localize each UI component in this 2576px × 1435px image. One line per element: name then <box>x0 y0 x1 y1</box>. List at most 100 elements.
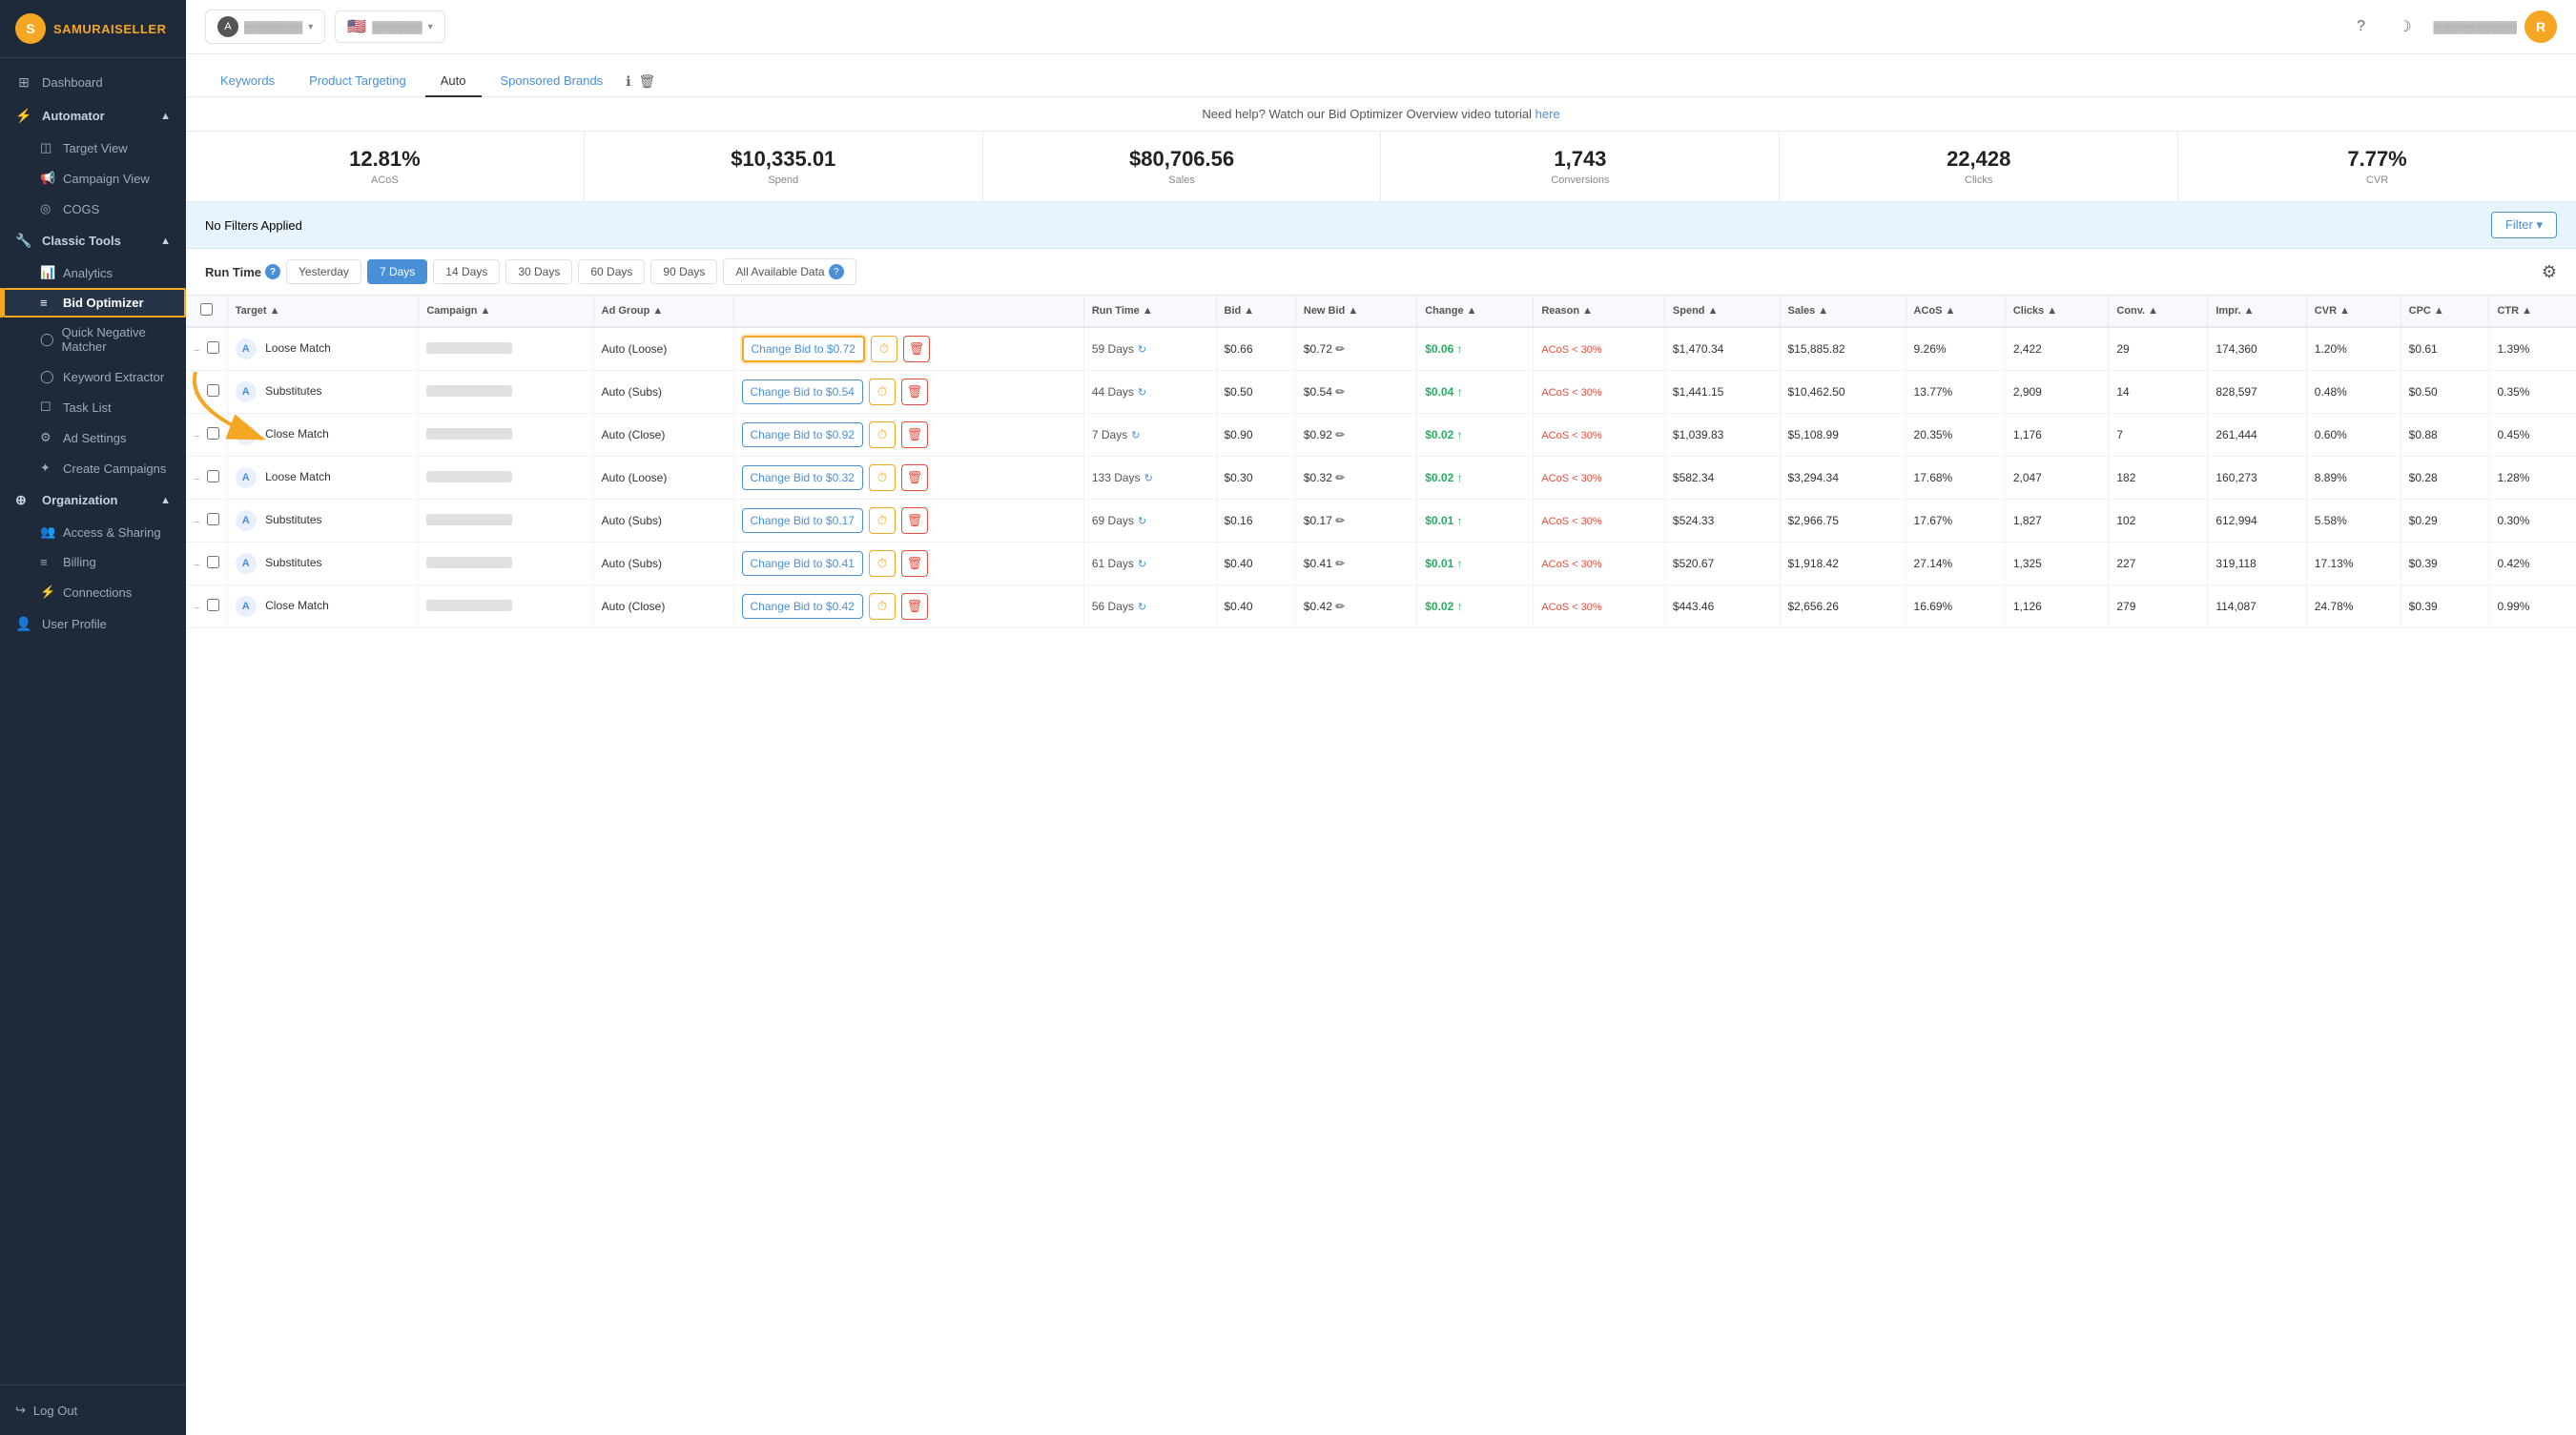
change-bid-button[interactable]: Change Bid to $0.42 <box>742 594 863 619</box>
th-clicks[interactable]: Clicks ▲ <box>2005 296 2109 327</box>
row-expand-button[interactable]: − <box>194 603 199 614</box>
schedule-button[interactable]: ⏱ <box>869 550 896 577</box>
th-ad-group[interactable]: Ad Group ▲ <box>593 296 733 327</box>
schedule-button[interactable]: ⏱ <box>869 593 896 620</box>
th-target[interactable]: Target ▲ <box>227 296 419 327</box>
sidebar-item-automator[interactable]: ⚡ Automator ▲ <box>0 99 186 133</box>
sidebar-item-organization[interactable]: ⊕ Organization ▲ <box>0 483 186 517</box>
row-select-checkbox[interactable] <box>207 341 219 354</box>
row-expand-button[interactable]: − <box>194 345 199 357</box>
row-cpc: $0.39 <box>2401 585 2489 628</box>
trash-icon[interactable]: 🗑 <box>639 73 656 90</box>
sidebar-item-ad-settings[interactable]: ⚙ Ad Settings <box>0 422 186 453</box>
row-expand-button[interactable]: − <box>194 431 199 442</box>
select-all-checkbox[interactable] <box>200 303 213 316</box>
sidebar-item-billing[interactable]: ≡ Billing <box>0 547 186 577</box>
country-dropdown[interactable]: 🇺🇸 ▓▓▓▓▓▓ ▾ <box>335 10 444 43</box>
rt-btn-90days[interactable]: 90 Days <box>650 259 717 284</box>
delete-button[interactable]: 🗑 <box>901 379 928 405</box>
delete-button[interactable]: 🗑 <box>903 336 930 362</box>
row-select-checkbox[interactable] <box>207 599 219 611</box>
row-select-checkbox[interactable] <box>207 470 219 482</box>
help-button[interactable]: ? <box>2346 11 2377 42</box>
row-expand-button[interactable]: − <box>194 560 199 571</box>
rt-btn-30days[interactable]: 30 Days <box>505 259 572 284</box>
info-icon[interactable]: ℹ <box>626 73 630 90</box>
th-cvr[interactable]: CVR ▲ <box>2306 296 2401 327</box>
sidebar-item-bid-optimizer[interactable]: ≡ Bid Optimizer <box>0 288 186 318</box>
all-data-help-icon[interactable]: ? <box>829 264 844 279</box>
row-select-checkbox[interactable] <box>207 513 219 525</box>
sidebar-item-classic-tools[interactable]: 🔧 Classic Tools ▲ <box>0 224 186 257</box>
th-impr[interactable]: Impr. ▲ <box>2208 296 2306 327</box>
th-sales[interactable]: Sales ▲ <box>1780 296 1906 327</box>
settings-gear-icon[interactable]: ⚙ <box>2542 262 2557 282</box>
schedule-button[interactable]: ⏱ <box>869 379 896 405</box>
tab-auto[interactable]: Auto <box>425 66 482 97</box>
th-bid[interactable]: Bid ▲ <box>1216 296 1295 327</box>
tab-product-targeting[interactable]: Product Targeting <box>294 66 422 97</box>
row-expand-button[interactable]: − <box>194 517 199 528</box>
sidebar-item-cogs[interactable]: ◎ COGS <box>0 194 186 224</box>
row-reason: ACoS < 30% <box>1534 457 1665 500</box>
delete-button[interactable]: 🗑 <box>901 507 928 534</box>
sidebar-item-quick-negative-matcher[interactable]: ◯ Quick Negative Matcher <box>0 318 186 361</box>
change-bid-button[interactable]: Change Bid to $0.17 <box>742 508 863 533</box>
row-select-checkbox[interactable] <box>207 427 219 440</box>
sidebar-item-connections[interactable]: ⚡ Connections <box>0 577 186 607</box>
delete-button[interactable]: 🗑 <box>901 550 928 577</box>
change-bid-button[interactable]: Change Bid to $0.72 <box>742 336 865 362</box>
row-select-checkbox[interactable] <box>207 384 219 397</box>
run-time-help-icon[interactable]: ? <box>265 264 280 279</box>
row-expand-button[interactable]: − <box>194 474 199 485</box>
account-dropdown[interactable]: A ▓▓▓▓▓▓▓ ▾ <box>205 10 325 44</box>
help-link[interactable]: here <box>1535 107 1560 121</box>
filter-button[interactable]: Filter ▾ <box>2491 212 2557 238</box>
th-spend[interactable]: Spend ▲ <box>1664 296 1780 327</box>
rt-btn-yesterday[interactable]: Yesterday <box>286 259 361 284</box>
th-reason[interactable]: Reason ▲ <box>1534 296 1665 327</box>
rt-btn-7days[interactable]: 7 Days <box>367 259 427 284</box>
th-conv[interactable]: Conv. ▲ <box>2109 296 2208 327</box>
th-cpc[interactable]: CPC ▲ <box>2401 296 2489 327</box>
change-bid-button[interactable]: Change Bid to $0.54 <box>742 379 863 404</box>
tab-sponsored-brands[interactable]: Sponsored Brands <box>485 66 619 97</box>
th-acos[interactable]: ACoS ▲ <box>1906 296 2005 327</box>
delete-button[interactable]: 🗑 <box>901 593 928 620</box>
rt-btn-60days[interactable]: 60 Days <box>578 259 645 284</box>
schedule-button[interactable]: ⏱ <box>869 421 896 448</box>
row-select-checkbox[interactable] <box>207 556 219 568</box>
schedule-button[interactable]: ⏱ <box>871 336 897 362</box>
filter-label: Filter ▾ <box>2505 217 2543 233</box>
th-run-time[interactable]: Run Time ▲ <box>1083 296 1216 327</box>
th-ctr[interactable]: CTR ▲ <box>2489 296 2576 327</box>
th-new-bid[interactable]: New Bid ▲ <box>1295 296 1416 327</box>
dark-mode-button[interactable]: ☽ <box>2390 11 2421 42</box>
row-spend: $1,470.34 <box>1664 327 1780 371</box>
sidebar-item-user-profile[interactable]: 👤 User Profile <box>0 607 186 641</box>
logout-button[interactable]: ↪ Log Out <box>15 1397 171 1424</box>
change-bid-button[interactable]: Change Bid to $0.41 <box>742 551 863 576</box>
avatar-button[interactable]: R <box>2524 10 2557 43</box>
schedule-button[interactable]: ⏱ <box>869 507 896 534</box>
tab-keywords[interactable]: Keywords <box>205 66 290 97</box>
sidebar-item-task-list[interactable]: ☐ Task List <box>0 392 186 422</box>
change-bid-button[interactable]: Change Bid to $0.92 <box>742 422 863 447</box>
sidebar-item-target-view[interactable]: ◫ Target View <box>0 133 186 163</box>
sidebar-item-create-campaigns[interactable]: ✦ Create Campaigns <box>0 453 186 483</box>
delete-button[interactable]: 🗑 <box>901 464 928 491</box>
row-new-bid: $0.42 ✏ <box>1295 585 1416 628</box>
change-bid-button[interactable]: Change Bid to $0.32 <box>742 465 863 490</box>
rt-btn-all-data[interactable]: All Available Data? <box>723 258 855 285</box>
delete-button[interactable]: 🗑 <box>901 421 928 448</box>
sidebar-item-campaign-view[interactable]: 📢 Campaign View <box>0 163 186 194</box>
th-change[interactable]: Change ▲ <box>1417 296 1534 327</box>
sidebar-item-analytics[interactable]: 📊 Analytics <box>0 257 186 288</box>
sidebar-item-access-sharing[interactable]: 👥 Access & Sharing <box>0 517 186 547</box>
sidebar-item-dashboard[interactable]: ⊞ Dashboard <box>0 66 186 99</box>
sidebar-item-keyword-extractor[interactable]: ◯ Keyword Extractor <box>0 361 186 392</box>
row-expand-button[interactable]: − <box>194 388 199 400</box>
th-campaign[interactable]: Campaign ▲ <box>419 296 593 327</box>
schedule-button[interactable]: ⏱ <box>869 464 896 491</box>
rt-btn-14days[interactable]: 14 Days <box>433 259 500 284</box>
